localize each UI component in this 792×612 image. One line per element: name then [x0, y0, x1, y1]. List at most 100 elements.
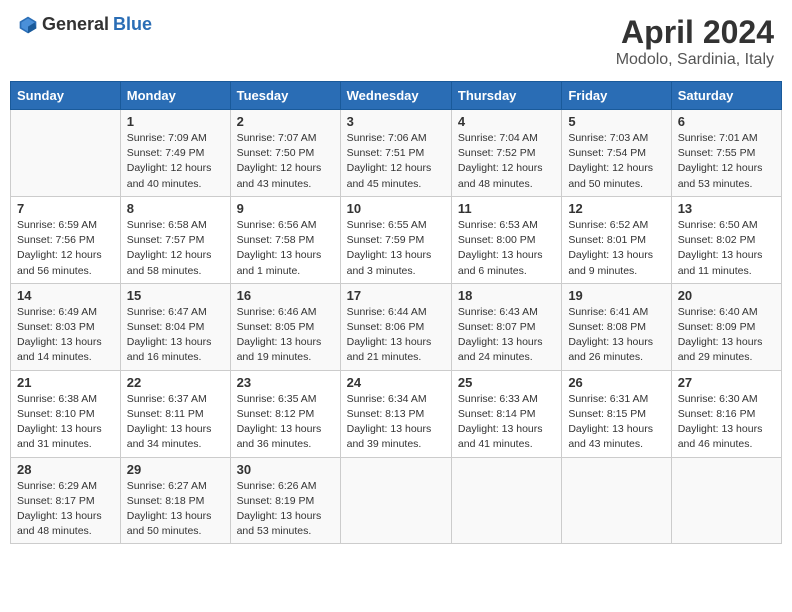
calendar-cell: 21 Sunrise: 6:38 AMSunset: 8:10 PMDayligh… [11, 370, 121, 457]
day-number: 12 [568, 201, 664, 216]
day-number: 3 [347, 114, 445, 129]
day-number: 27 [678, 375, 775, 390]
day-header-tuesday: Tuesday [230, 82, 340, 110]
calendar-cell: 2 Sunrise: 7:07 AMSunset: 7:50 PMDaylight… [230, 110, 340, 197]
day-header-saturday: Saturday [671, 82, 781, 110]
day-info: Sunrise: 6:40 AMSunset: 8:09 PMDaylight:… [678, 305, 775, 366]
calendar-cell: 3 Sunrise: 7:06 AMSunset: 7:51 PMDaylight… [340, 110, 451, 197]
calendar-cell: 20 Sunrise: 6:40 AMSunset: 8:09 PMDayligh… [671, 283, 781, 370]
day-header-thursday: Thursday [451, 82, 561, 110]
calendar-cell: 7 Sunrise: 6:59 AMSunset: 7:56 PMDaylight… [11, 196, 121, 283]
logo-general-text: General [42, 14, 109, 35]
day-info: Sunrise: 6:56 AMSunset: 7:58 PMDaylight:… [237, 218, 334, 279]
calendar-cell [562, 457, 671, 544]
day-number: 8 [127, 201, 224, 216]
day-header-wednesday: Wednesday [340, 82, 451, 110]
logo-blue-text: Blue [113, 14, 152, 35]
location-subtitle: Modolo, Sardinia, Italy [616, 51, 774, 69]
day-info: Sunrise: 7:06 AMSunset: 7:51 PMDaylight:… [347, 131, 445, 192]
calendar-cell: 27Sunrise: 6:30 AMSunset: 8:16 PMDayligh… [671, 370, 781, 457]
day-number: 10 [347, 201, 445, 216]
day-number: 30 [237, 462, 334, 477]
calendar-week-row: 1 Sunrise: 7:09 AMSunset: 7:49 PMDaylight… [11, 110, 782, 197]
day-number: 18 [458, 288, 555, 303]
day-number: 17 [347, 288, 445, 303]
day-number: 26 [568, 375, 664, 390]
month-year-title: April 2024 [616, 14, 774, 51]
day-number: 9 [237, 201, 334, 216]
day-info: Sunrise: 7:07 AMSunset: 7:50 PMDaylight:… [237, 131, 334, 192]
calendar-cell [340, 457, 451, 544]
calendar-cell: 15 Sunrise: 6:47 AMSunset: 8:04 PMDayligh… [120, 283, 230, 370]
calendar-cell: 13Sunrise: 6:50 AMSunset: 8:02 PMDayligh… [671, 196, 781, 283]
day-info: Sunrise: 7:01 AMSunset: 7:55 PMDaylight:… [678, 131, 775, 192]
day-info: Sunrise: 6:29 AMSunset: 8:17 PMDaylight:… [17, 479, 114, 540]
calendar-cell: 8 Sunrise: 6:58 AMSunset: 7:57 PMDaylight… [120, 196, 230, 283]
day-number: 7 [17, 201, 114, 216]
day-number: 15 [127, 288, 224, 303]
day-info: Sunrise: 6:58 AMSunset: 7:57 PMDaylight:… [127, 218, 224, 279]
day-info: Sunrise: 7:03 AMSunset: 7:54 PMDaylight:… [568, 131, 664, 192]
calendar-cell: 28Sunrise: 6:29 AMSunset: 8:17 PMDayligh… [11, 457, 121, 544]
calendar-cell: 6 Sunrise: 7:01 AMSunset: 7:55 PMDaylight… [671, 110, 781, 197]
day-number: 25 [458, 375, 555, 390]
calendar-cell: 9 Sunrise: 6:56 AMSunset: 7:58 PMDaylight… [230, 196, 340, 283]
calendar-cell: 12Sunrise: 6:52 AMSunset: 8:01 PMDayligh… [562, 196, 671, 283]
calendar-cell: 23 Sunrise: 6:35 AMSunset: 8:12 PMDayligh… [230, 370, 340, 457]
page-header: GeneralBlue April 2024 Modolo, Sardinia,… [10, 10, 782, 73]
day-number: 11 [458, 201, 555, 216]
day-number: 16 [237, 288, 334, 303]
day-info: Sunrise: 6:43 AMSunset: 8:07 PMDaylight:… [458, 305, 555, 366]
calendar-cell: 26Sunrise: 6:31 AMSunset: 8:15 PMDayligh… [562, 370, 671, 457]
day-info: Sunrise: 6:27 AMSunset: 8:18 PMDaylight:… [127, 479, 224, 540]
logo: GeneralBlue [18, 14, 152, 35]
calendar-cell [11, 110, 121, 197]
day-info: Sunrise: 6:44 AMSunset: 8:06 PMDaylight:… [347, 305, 445, 366]
calendar-cell: 4Sunrise: 7:04 AMSunset: 7:52 PMDaylight… [451, 110, 561, 197]
day-number: 23 [237, 375, 334, 390]
day-number: 1 [127, 114, 224, 129]
day-info: Sunrise: 6:34 AMSunset: 8:13 PMDaylight:… [347, 392, 445, 453]
day-header-friday: Friday [562, 82, 671, 110]
logo-icon [18, 15, 38, 35]
calendar-cell: 14Sunrise: 6:49 AMSunset: 8:03 PMDayligh… [11, 283, 121, 370]
day-info: Sunrise: 6:55 AMSunset: 7:59 PMDaylight:… [347, 218, 445, 279]
title-section: April 2024 Modolo, Sardinia, Italy [616, 14, 774, 69]
calendar-table: SundayMondayTuesdayWednesdayThursdayFrid… [10, 81, 782, 544]
day-info: Sunrise: 6:38 AMSunset: 8:10 PMDaylight:… [17, 392, 114, 453]
day-number: 2 [237, 114, 334, 129]
calendar-cell: 19 Sunrise: 6:41 AMSunset: 8:08 PMDayligh… [562, 283, 671, 370]
calendar-cell: 22 Sunrise: 6:37 AMSunset: 8:11 PMDayligh… [120, 370, 230, 457]
day-number: 20 [678, 288, 775, 303]
calendar-cell: 30Sunrise: 6:26 AMSunset: 8:19 PMDayligh… [230, 457, 340, 544]
day-info: Sunrise: 6:35 AMSunset: 8:12 PMDaylight:… [237, 392, 334, 453]
day-info: Sunrise: 6:50 AMSunset: 8:02 PMDaylight:… [678, 218, 775, 279]
day-number: 24 [347, 375, 445, 390]
day-info: Sunrise: 6:46 AMSunset: 8:05 PMDaylight:… [237, 305, 334, 366]
day-info: Sunrise: 6:37 AMSunset: 8:11 PMDaylight:… [127, 392, 224, 453]
day-info: Sunrise: 6:59 AMSunset: 7:56 PMDaylight:… [17, 218, 114, 279]
calendar-week-row: 28Sunrise: 6:29 AMSunset: 8:17 PMDayligh… [11, 457, 782, 544]
day-info: Sunrise: 7:09 AMSunset: 7:49 PMDaylight:… [127, 131, 224, 192]
day-info: Sunrise: 6:53 AMSunset: 8:00 PMDaylight:… [458, 218, 555, 279]
calendar-cell [451, 457, 561, 544]
calendar-week-row: 7 Sunrise: 6:59 AMSunset: 7:56 PMDaylight… [11, 196, 782, 283]
day-number: 21 [17, 375, 114, 390]
day-number: 6 [678, 114, 775, 129]
day-number: 29 [127, 462, 224, 477]
day-number: 14 [17, 288, 114, 303]
calendar-week-row: 21 Sunrise: 6:38 AMSunset: 8:10 PMDayligh… [11, 370, 782, 457]
calendar-cell: 1 Sunrise: 7:09 AMSunset: 7:49 PMDaylight… [120, 110, 230, 197]
calendar-cell: 16 Sunrise: 6:46 AMSunset: 8:05 PMDayligh… [230, 283, 340, 370]
day-info: Sunrise: 6:47 AMSunset: 8:04 PMDaylight:… [127, 305, 224, 366]
calendar-week-row: 14Sunrise: 6:49 AMSunset: 8:03 PMDayligh… [11, 283, 782, 370]
day-number: 19 [568, 288, 664, 303]
day-info: Sunrise: 6:33 AMSunset: 8:14 PMDaylight:… [458, 392, 555, 453]
calendar-header-row: SundayMondayTuesdayWednesdayThursdayFrid… [11, 82, 782, 110]
calendar-cell: 25 Sunrise: 6:33 AMSunset: 8:14 PMDayligh… [451, 370, 561, 457]
day-info: Sunrise: 7:04 AMSunset: 7:52 PMDaylight:… [458, 131, 555, 192]
day-number: 22 [127, 375, 224, 390]
day-info: Sunrise: 6:41 AMSunset: 8:08 PMDaylight:… [568, 305, 664, 366]
day-number: 5 [568, 114, 664, 129]
calendar-cell: 29 Sunrise: 6:27 AMSunset: 8:18 PMDayligh… [120, 457, 230, 544]
